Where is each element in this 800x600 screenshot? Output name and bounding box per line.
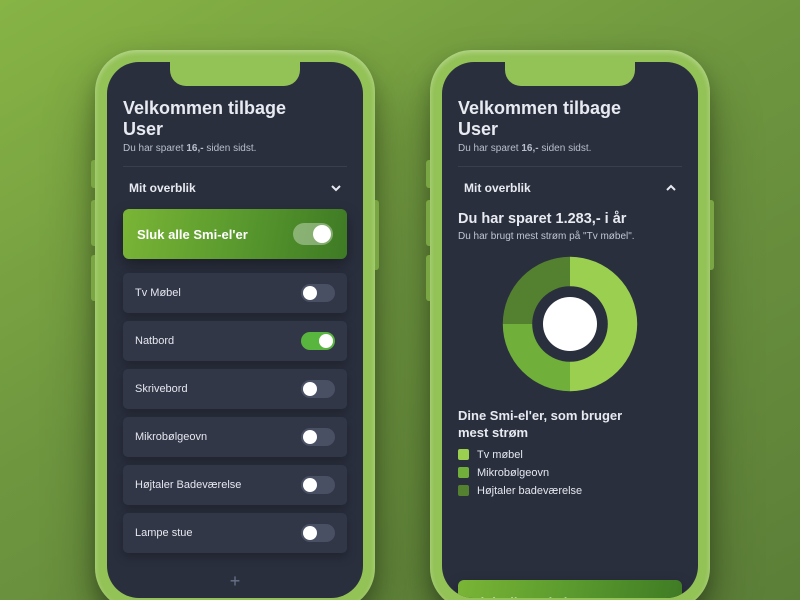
mute-switch (91, 160, 95, 188)
legend-label: Tv møbel (477, 449, 523, 461)
legend-item: Højtaler badeværelse (458, 485, 682, 497)
add-device-icon[interactable]: + (230, 571, 241, 592)
legend-title: Dine Smi-el'er, som bruger mest strøm (458, 408, 682, 441)
device-toggle[interactable] (301, 476, 335, 494)
device-row[interactable]: Mikrobølgeovn (123, 417, 347, 457)
power-button (710, 200, 714, 270)
overview-dropdown-label: Mit overblik (129, 181, 196, 195)
donut-center (543, 297, 597, 351)
page-title: Velkommen tilbage User (123, 98, 347, 139)
stats-subtitle: Du har brugt mest strøm på "Tv møbel". (458, 231, 682, 242)
device-row[interactable]: Natbord (123, 321, 347, 361)
volume-down-button (426, 255, 430, 301)
device-row[interactable]: Højtaler Badeværelse (123, 465, 347, 505)
notch (505, 62, 635, 86)
legend-swatch (458, 485, 469, 496)
legend-item: Tv møbel (458, 449, 682, 461)
device-label: Mikrobølgeovn (135, 431, 207, 443)
master-toggle-peek-label: Sluk alle Smi-el'er (472, 595, 583, 599)
legend-label: Mikrobølgeovn (477, 467, 549, 479)
legend-swatch (458, 449, 469, 460)
welcome-subtitle: Du har sparet 16,- siden sidst. (123, 143, 347, 154)
device-label: Skrivebord (135, 383, 188, 395)
device-row[interactable]: Lampe stue (123, 513, 347, 553)
overview-dropdown[interactable]: Mit overblik (123, 167, 347, 209)
device-toggle[interactable] (301, 332, 335, 350)
legend-item: Mikrobølgeovn (458, 467, 682, 479)
overview-dropdown-label: Mit overblik (464, 181, 531, 195)
mute-switch (426, 160, 430, 188)
phone-mockup-left: Velkommen tilbage User Du har sparet 16,… (95, 50, 375, 600)
device-row[interactable]: Skrivebord (123, 369, 347, 409)
device-toggle[interactable] (301, 428, 335, 446)
chevron-down-icon (331, 183, 341, 193)
screen: Velkommen tilbage User Du har sparet 16,… (107, 62, 363, 598)
device-label: Natbord (135, 335, 174, 347)
phone-mockup-right: Velkommen tilbage User Du har sparet 16,… (430, 50, 710, 600)
device-label: Lampe stue (135, 527, 192, 539)
device-toggle[interactable] (301, 380, 335, 398)
master-toggle-card[interactable]: Sluk alle Smi-el'er (123, 209, 347, 259)
volume-down-button (91, 255, 95, 301)
welcome-line-2: User (123, 119, 163, 139)
welcome-line-1: Velkommen tilbage (458, 98, 621, 118)
welcome-line-1: Velkommen tilbage (123, 98, 286, 118)
volume-up-button (91, 200, 95, 246)
overview-dropdown[interactable]: Mit overblik (458, 167, 682, 209)
device-toggle[interactable] (301, 524, 335, 542)
device-row[interactable]: Tv Møbel (123, 273, 347, 313)
page-title: Velkommen tilbage User (458, 98, 682, 139)
usage-donut-chart (500, 254, 640, 394)
device-label: Højtaler Badeværelse (135, 479, 241, 491)
screen: Velkommen tilbage User Du har sparet 16,… (442, 62, 698, 598)
notch (170, 62, 300, 86)
chevron-up-icon (666, 183, 676, 193)
master-toggle[interactable] (293, 223, 333, 245)
volume-up-button (426, 200, 430, 246)
stats-title: Du har sparet 1.283,- i år (458, 211, 682, 227)
legend-label: Højtaler badeværelse (477, 485, 582, 497)
welcome-line-2: User (458, 119, 498, 139)
device-label: Tv Møbel (135, 287, 181, 299)
legend-swatch (458, 467, 469, 478)
power-button (375, 200, 379, 270)
device-toggle[interactable] (301, 284, 335, 302)
welcome-subtitle: Du har sparet 16,- siden sidst. (458, 143, 682, 154)
master-toggle-label: Sluk alle Smi-el'er (137, 227, 248, 242)
master-toggle-card-peek[interactable]: Sluk alle Smi-el'er (458, 580, 682, 598)
